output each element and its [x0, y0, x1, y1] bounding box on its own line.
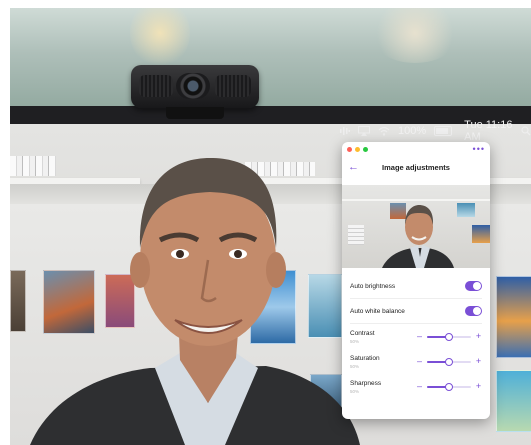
saturation-row: Saturation 50% – +: [350, 349, 482, 374]
clock[interactable]: Tue 11:16 AM: [464, 119, 513, 143]
slider-thumb[interactable]: [445, 382, 453, 391]
wall-poster: [250, 270, 296, 344]
sharpness-increase-button[interactable]: +: [475, 382, 482, 391]
toggle-label: Auto brightness: [350, 282, 396, 290]
slider-label: Sharpness: [350, 379, 382, 387]
background-blur: [10, 8, 531, 120]
zoom-window-button[interactable]: [363, 146, 368, 152]
menu-bar: 100% Tue 11:16 AM: [340, 119, 531, 143]
auto-white-balance-toggle[interactable]: [465, 306, 482, 316]
wall-poster: [105, 274, 135, 328]
window-titlebar: •••: [342, 142, 490, 156]
webcam-grille: [215, 75, 251, 97]
wall-poster: [310, 374, 342, 412]
wall-poster: [43, 270, 95, 334]
battery-percent: 100%: [398, 125, 427, 137]
books: [245, 162, 315, 176]
auto-brightness-toggle[interactable]: [465, 281, 482, 291]
saturation-slider[interactable]: [427, 357, 471, 366]
spotlight-search-icon[interactable]: [521, 126, 531, 136]
webcam-grille: [139, 75, 173, 97]
wall-poster: [10, 270, 26, 332]
panel-title: Image adjustments: [382, 162, 450, 172]
minimize-window-button[interactable]: [355, 146, 360, 152]
toggle-label: Auto white balance: [350, 307, 405, 315]
image-adjustments-window: ••• ← Image adjustments Auto brightness: [342, 142, 490, 419]
wifi-icon[interactable]: [378, 126, 390, 136]
sharpness-row: Sharpness 50% – +: [350, 374, 482, 399]
contrast-slider[interactable]: [427, 332, 471, 341]
webcam-device: [131, 65, 259, 119]
contrast-increase-button[interactable]: +: [475, 332, 482, 341]
battery-icon[interactable]: [434, 126, 453, 136]
screenshot-stage: 100% Tue 11:16 AM ••• ← Image adjustment…: [10, 8, 531, 445]
close-window-button[interactable]: [347, 146, 352, 152]
contrast-row: Contrast 50% – +: [350, 324, 482, 349]
settings-list: Auto brightness Auto white balance Contr…: [342, 268, 490, 399]
more-options-icon[interactable]: •••: [473, 144, 485, 154]
sharpness-decrease-button[interactable]: –: [416, 382, 423, 391]
webcam-lens: [176, 73, 210, 99]
auto-white-balance-row: Auto white balance: [350, 299, 482, 324]
slider-value: 50%: [350, 388, 360, 394]
contrast-decrease-button[interactable]: –: [416, 332, 423, 341]
slider-value: 50%: [350, 338, 360, 344]
slider-thumb[interactable]: [445, 357, 453, 366]
auto-brightness-row: Auto brightness: [350, 274, 482, 299]
slider-label: Saturation: [350, 354, 380, 362]
saturation-increase-button[interactable]: +: [475, 357, 482, 366]
webcam-mount: [166, 107, 224, 119]
audio-bars-icon[interactable]: [340, 126, 350, 136]
wall-poster: [308, 274, 342, 338]
panel-header: ← Image adjustments: [342, 156, 490, 178]
slider-value: 50%: [350, 363, 360, 369]
slider-label: Contrast: [350, 329, 375, 337]
wall-poster: [496, 370, 531, 432]
slider-thumb[interactable]: [445, 332, 453, 341]
airplay-icon[interactable]: [358, 126, 370, 136]
sharpness-slider[interactable]: [427, 382, 471, 391]
saturation-decrease-button[interactable]: –: [416, 357, 423, 366]
books: [10, 156, 56, 176]
camera-preview: [342, 185, 490, 268]
wall-poster: [496, 276, 531, 358]
